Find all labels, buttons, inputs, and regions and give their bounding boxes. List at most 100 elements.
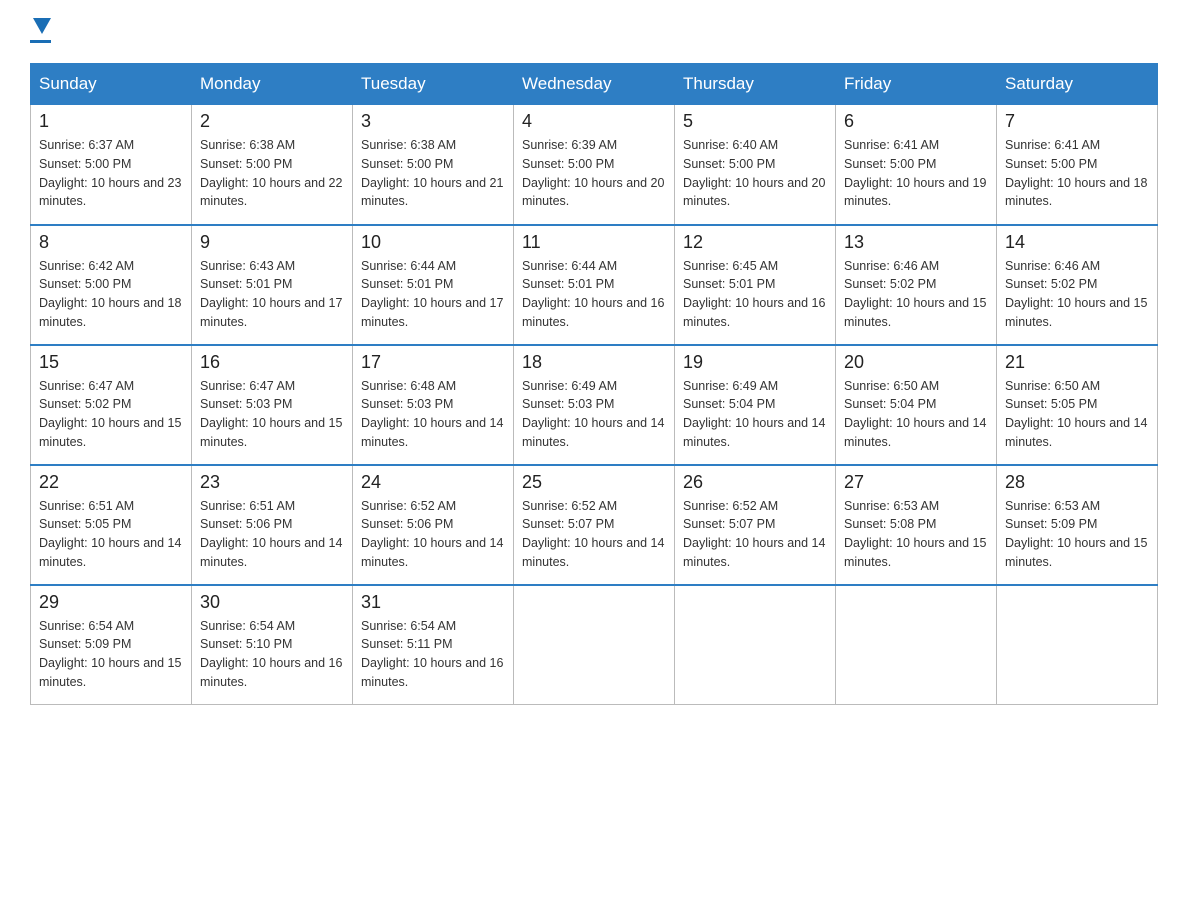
calendar-cell bbox=[836, 585, 997, 705]
day-number: 17 bbox=[361, 352, 505, 373]
day-info: Sunrise: 6:38 AMSunset: 5:00 PMDaylight:… bbox=[361, 138, 503, 208]
day-info: Sunrise: 6:54 AMSunset: 5:09 PMDaylight:… bbox=[39, 619, 181, 689]
calendar-cell: 29 Sunrise: 6:54 AMSunset: 5:09 PMDaylig… bbox=[31, 585, 192, 705]
day-info: Sunrise: 6:42 AMSunset: 5:00 PMDaylight:… bbox=[39, 259, 181, 329]
day-number: 20 bbox=[844, 352, 988, 373]
day-info: Sunrise: 6:54 AMSunset: 5:10 PMDaylight:… bbox=[200, 619, 342, 689]
header-saturday: Saturday bbox=[997, 64, 1158, 105]
day-number: 27 bbox=[844, 472, 988, 493]
day-number: 12 bbox=[683, 232, 827, 253]
day-info: Sunrise: 6:45 AMSunset: 5:01 PMDaylight:… bbox=[683, 259, 825, 329]
calendar-cell: 14 Sunrise: 6:46 AMSunset: 5:02 PMDaylig… bbox=[997, 225, 1158, 345]
day-number: 14 bbox=[1005, 232, 1149, 253]
day-info: Sunrise: 6:40 AMSunset: 5:00 PMDaylight:… bbox=[683, 138, 825, 208]
day-info: Sunrise: 6:46 AMSunset: 5:02 PMDaylight:… bbox=[844, 259, 986, 329]
day-info: Sunrise: 6:53 AMSunset: 5:08 PMDaylight:… bbox=[844, 499, 986, 569]
calendar-table: SundayMondayTuesdayWednesdayThursdayFrid… bbox=[30, 63, 1158, 705]
calendar-cell: 3 Sunrise: 6:38 AMSunset: 5:00 PMDayligh… bbox=[353, 105, 514, 225]
day-info: Sunrise: 6:51 AMSunset: 5:06 PMDaylight:… bbox=[200, 499, 342, 569]
day-info: Sunrise: 6:44 AMSunset: 5:01 PMDaylight:… bbox=[361, 259, 503, 329]
calendar-header-row: SundayMondayTuesdayWednesdayThursdayFrid… bbox=[31, 64, 1158, 105]
day-number: 11 bbox=[522, 232, 666, 253]
calendar-cell: 4 Sunrise: 6:39 AMSunset: 5:00 PMDayligh… bbox=[514, 105, 675, 225]
day-info: Sunrise: 6:41 AMSunset: 5:00 PMDaylight:… bbox=[844, 138, 986, 208]
calendar-week-row: 22 Sunrise: 6:51 AMSunset: 5:05 PMDaylig… bbox=[31, 465, 1158, 585]
calendar-cell: 5 Sunrise: 6:40 AMSunset: 5:00 PMDayligh… bbox=[675, 105, 836, 225]
calendar-cell: 18 Sunrise: 6:49 AMSunset: 5:03 PMDaylig… bbox=[514, 345, 675, 465]
day-number: 26 bbox=[683, 472, 827, 493]
calendar-cell: 28 Sunrise: 6:53 AMSunset: 5:09 PMDaylig… bbox=[997, 465, 1158, 585]
calendar-cell: 13 Sunrise: 6:46 AMSunset: 5:02 PMDaylig… bbox=[836, 225, 997, 345]
day-number: 3 bbox=[361, 111, 505, 132]
calendar-cell: 27 Sunrise: 6:53 AMSunset: 5:08 PMDaylig… bbox=[836, 465, 997, 585]
day-number: 2 bbox=[200, 111, 344, 132]
header-monday: Monday bbox=[192, 64, 353, 105]
day-info: Sunrise: 6:52 AMSunset: 5:07 PMDaylight:… bbox=[683, 499, 825, 569]
day-number: 9 bbox=[200, 232, 344, 253]
page-header bbox=[30, 20, 1158, 43]
day-info: Sunrise: 6:37 AMSunset: 5:00 PMDaylight:… bbox=[39, 138, 181, 208]
calendar-cell: 15 Sunrise: 6:47 AMSunset: 5:02 PMDaylig… bbox=[31, 345, 192, 465]
day-number: 6 bbox=[844, 111, 988, 132]
day-number: 10 bbox=[361, 232, 505, 253]
calendar-cell: 16 Sunrise: 6:47 AMSunset: 5:03 PMDaylig… bbox=[192, 345, 353, 465]
day-number: 19 bbox=[683, 352, 827, 373]
day-number: 30 bbox=[200, 592, 344, 613]
calendar-cell: 2 Sunrise: 6:38 AMSunset: 5:00 PMDayligh… bbox=[192, 105, 353, 225]
day-number: 15 bbox=[39, 352, 183, 373]
day-number: 7 bbox=[1005, 111, 1149, 132]
calendar-cell: 11 Sunrise: 6:44 AMSunset: 5:01 PMDaylig… bbox=[514, 225, 675, 345]
header-thursday: Thursday bbox=[675, 64, 836, 105]
day-info: Sunrise: 6:49 AMSunset: 5:04 PMDaylight:… bbox=[683, 379, 825, 449]
calendar-cell bbox=[675, 585, 836, 705]
calendar-cell: 22 Sunrise: 6:51 AMSunset: 5:05 PMDaylig… bbox=[31, 465, 192, 585]
header-sunday: Sunday bbox=[31, 64, 192, 105]
calendar-cell bbox=[514, 585, 675, 705]
calendar-cell: 21 Sunrise: 6:50 AMSunset: 5:05 PMDaylig… bbox=[997, 345, 1158, 465]
day-number: 16 bbox=[200, 352, 344, 373]
header-tuesday: Tuesday bbox=[353, 64, 514, 105]
calendar-cell: 20 Sunrise: 6:50 AMSunset: 5:04 PMDaylig… bbox=[836, 345, 997, 465]
day-number: 4 bbox=[522, 111, 666, 132]
day-number: 23 bbox=[200, 472, 344, 493]
calendar-week-row: 15 Sunrise: 6:47 AMSunset: 5:02 PMDaylig… bbox=[31, 345, 1158, 465]
logo bbox=[30, 20, 51, 43]
calendar-week-row: 1 Sunrise: 6:37 AMSunset: 5:00 PMDayligh… bbox=[31, 105, 1158, 225]
day-info: Sunrise: 6:54 AMSunset: 5:11 PMDaylight:… bbox=[361, 619, 503, 689]
calendar-cell: 7 Sunrise: 6:41 AMSunset: 5:00 PMDayligh… bbox=[997, 105, 1158, 225]
day-info: Sunrise: 6:51 AMSunset: 5:05 PMDaylight:… bbox=[39, 499, 181, 569]
day-number: 31 bbox=[361, 592, 505, 613]
day-number: 21 bbox=[1005, 352, 1149, 373]
day-number: 1 bbox=[39, 111, 183, 132]
day-number: 29 bbox=[39, 592, 183, 613]
header-wednesday: Wednesday bbox=[514, 64, 675, 105]
calendar-cell: 24 Sunrise: 6:52 AMSunset: 5:06 PMDaylig… bbox=[353, 465, 514, 585]
calendar-cell: 25 Sunrise: 6:52 AMSunset: 5:07 PMDaylig… bbox=[514, 465, 675, 585]
day-number: 13 bbox=[844, 232, 988, 253]
day-number: 25 bbox=[522, 472, 666, 493]
calendar-cell: 6 Sunrise: 6:41 AMSunset: 5:00 PMDayligh… bbox=[836, 105, 997, 225]
day-number: 22 bbox=[39, 472, 183, 493]
day-info: Sunrise: 6:49 AMSunset: 5:03 PMDaylight:… bbox=[522, 379, 664, 449]
day-info: Sunrise: 6:52 AMSunset: 5:07 PMDaylight:… bbox=[522, 499, 664, 569]
day-info: Sunrise: 6:50 AMSunset: 5:05 PMDaylight:… bbox=[1005, 379, 1147, 449]
day-info: Sunrise: 6:48 AMSunset: 5:03 PMDaylight:… bbox=[361, 379, 503, 449]
calendar-cell: 19 Sunrise: 6:49 AMSunset: 5:04 PMDaylig… bbox=[675, 345, 836, 465]
day-info: Sunrise: 6:41 AMSunset: 5:00 PMDaylight:… bbox=[1005, 138, 1147, 208]
calendar-cell: 12 Sunrise: 6:45 AMSunset: 5:01 PMDaylig… bbox=[675, 225, 836, 345]
day-info: Sunrise: 6:38 AMSunset: 5:00 PMDaylight:… bbox=[200, 138, 342, 208]
day-info: Sunrise: 6:53 AMSunset: 5:09 PMDaylight:… bbox=[1005, 499, 1147, 569]
day-number: 5 bbox=[683, 111, 827, 132]
calendar-cell: 23 Sunrise: 6:51 AMSunset: 5:06 PMDaylig… bbox=[192, 465, 353, 585]
day-info: Sunrise: 6:39 AMSunset: 5:00 PMDaylight:… bbox=[522, 138, 664, 208]
calendar-week-row: 8 Sunrise: 6:42 AMSunset: 5:00 PMDayligh… bbox=[31, 225, 1158, 345]
calendar-cell: 9 Sunrise: 6:43 AMSunset: 5:01 PMDayligh… bbox=[192, 225, 353, 345]
calendar-week-row: 29 Sunrise: 6:54 AMSunset: 5:09 PMDaylig… bbox=[31, 585, 1158, 705]
day-info: Sunrise: 6:47 AMSunset: 5:02 PMDaylight:… bbox=[39, 379, 181, 449]
day-info: Sunrise: 6:52 AMSunset: 5:06 PMDaylight:… bbox=[361, 499, 503, 569]
logo-triangle-icon bbox=[33, 18, 51, 34]
calendar-cell: 1 Sunrise: 6:37 AMSunset: 5:00 PMDayligh… bbox=[31, 105, 192, 225]
calendar-cell: 30 Sunrise: 6:54 AMSunset: 5:10 PMDaylig… bbox=[192, 585, 353, 705]
calendar-cell: 31 Sunrise: 6:54 AMSunset: 5:11 PMDaylig… bbox=[353, 585, 514, 705]
logo-underline bbox=[30, 40, 51, 43]
